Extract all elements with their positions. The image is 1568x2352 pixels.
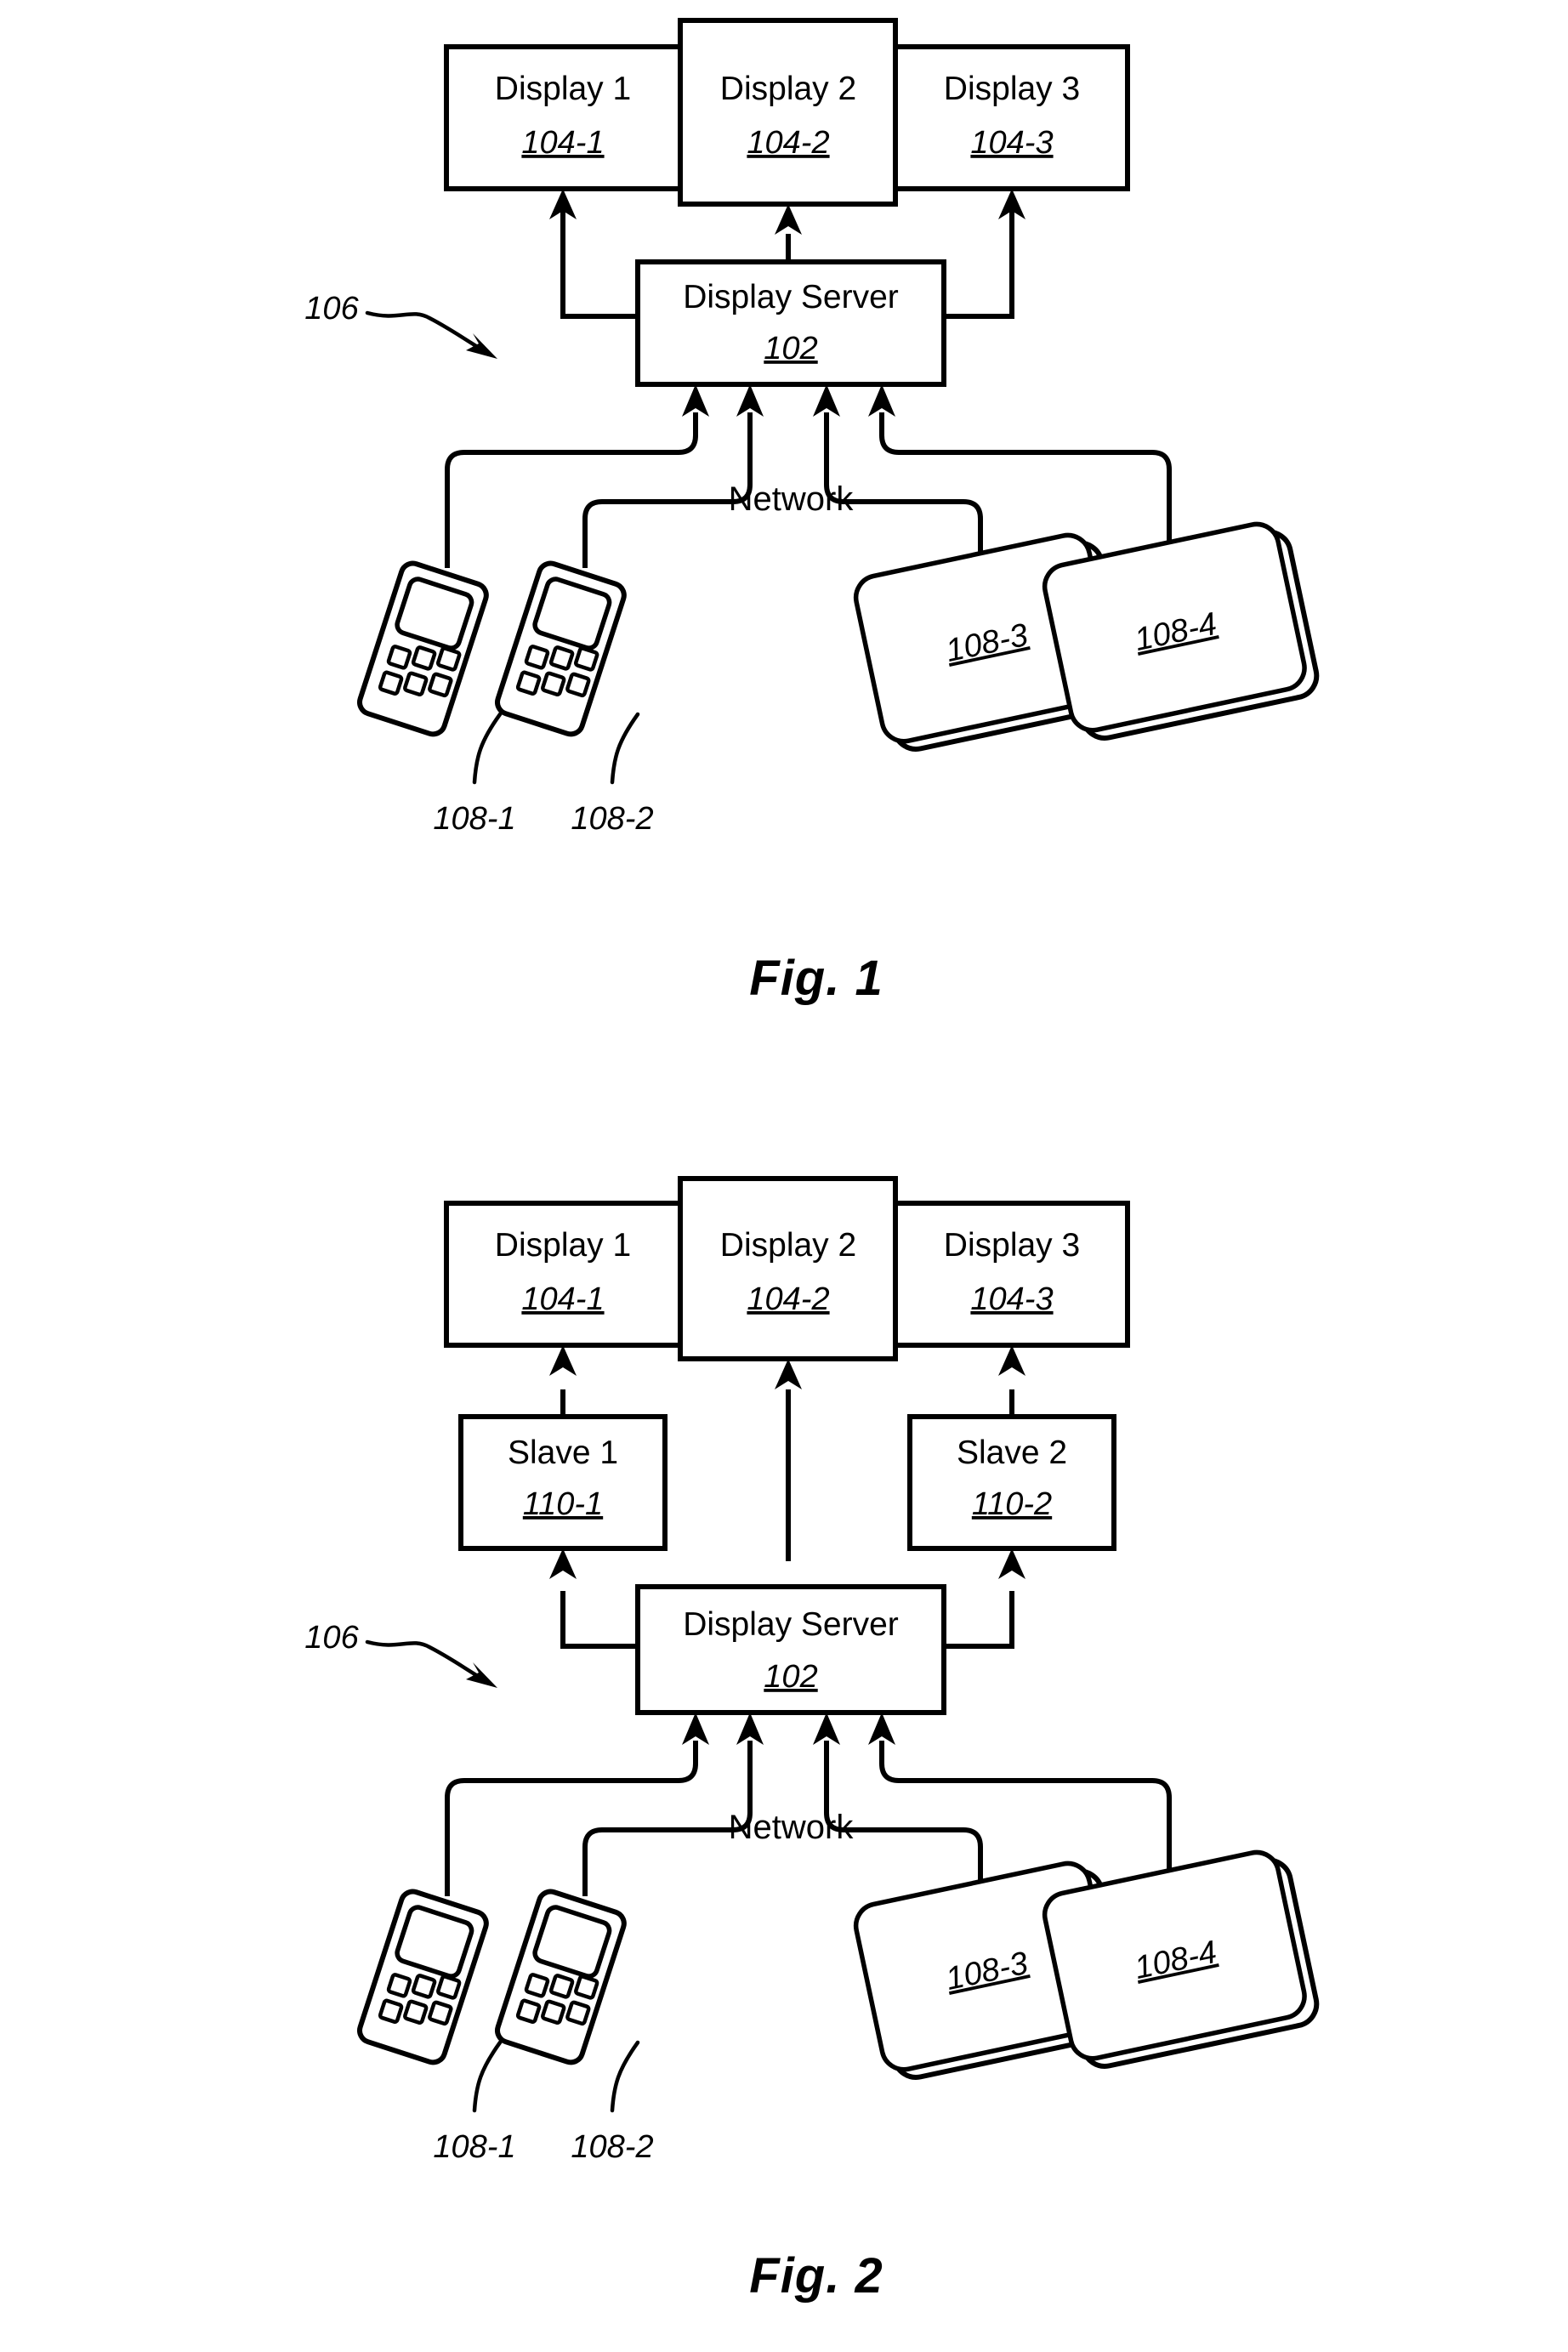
fig2-slave-1-label: Slave 1 [508,1434,618,1471]
fig1-display-server-number: 102 [764,331,817,366]
fig2-slave-2-number: 110-2 [972,1486,1052,1522]
fig1-display-2-number: 104-2 [747,125,829,161]
fig2-display-server-label: Display Server [683,1606,899,1643]
fig1-device-phone-2 [495,560,627,737]
fig1-link-device-2 [582,412,753,568]
fig2-device-phone-2 [495,1889,627,2065]
fig2-display-2-box: Display 2 104-2 [678,1176,898,1361]
fig2-server-to-slave2-arrow [944,1548,1025,1649]
fig2-net-arrow-1 [682,1713,709,1745]
fig2-slave-2-label: Slave 2 [957,1434,1067,1471]
fig1-net-arrow-2 [736,384,764,417]
figure-sheet: Display 1 104-1 Display 3 104-3 Display … [0,0,1568,2352]
figure-2: Display 1 104-1 Display 3 104-3 Display … [304,1176,1320,2304]
fig1-server-to-display3-arrow [944,189,1025,319]
fig1-display-server-label: Display Server [683,279,899,315]
fig1-system-reference: 106 [304,291,497,359]
fig2-link-device-2 [582,1741,753,1896]
fig2-net-arrow-2 [736,1713,764,1745]
fig1-caption: Fig. 1 [749,951,883,1006]
fig1-net-arrow-1 [682,384,709,417]
fig2-net-arrow-3 [813,1713,840,1745]
fig2-display-server-box: Display Server 102 [635,1584,946,1715]
fig2-slave1-to-display1-arrow [549,1345,577,1417]
fig2-slave2-to-display3-arrow [998,1345,1025,1417]
fig2-link-device-1 [445,1741,698,1896]
fig1-server-to-display2-arrow [775,204,802,262]
fig1-display-3-number: 104-3 [970,125,1053,161]
fig2-server-to-slave1-arrow [549,1548,638,1649]
fig2-slave-1-number: 110-1 [523,1486,603,1522]
fig1-device-2-leader [610,712,640,785]
fig2-display-3-label: Display 3 [944,1227,1080,1264]
fig1-net-arrow-4 [868,384,895,417]
fig2-server-to-display2-arrow [775,1359,802,1561]
fig2-device-phone-1 [357,1889,489,2065]
fig1-display-1-number: 104-1 [521,125,604,161]
fig1-device-1-number: 108-1 [433,801,515,837]
fig2-device-2-leader [610,2040,640,2113]
fig2-link-device-4 [879,1741,1172,1881]
figure-1: Display 1 104-1 Display 3 104-3 Display … [304,18,1320,1006]
fig2-display-1-box: Display 1 104-1 [444,1201,683,1348]
fig2-display-1-number: 104-1 [521,1281,604,1317]
fig2-device-1-number: 108-1 [433,2129,515,2165]
fig1-display-2-box: Display 2 104-2 [678,18,898,207]
fig2-system-reference: 106 [304,1620,497,1688]
fig1-display-2-label: Display 2 [720,71,856,107]
fig2-display-3-box: Display 3 104-3 [893,1201,1130,1348]
fig1-server-to-display1-arrow [549,189,638,319]
fig1-net-arrow-3 [813,384,840,417]
fig2-network-label: Network [729,1809,855,1846]
fig1-system-reference-label: 106 [304,291,359,327]
fig1-display-3-box: Display 3 104-3 [893,44,1130,191]
fig1-link-device-4 [879,412,1172,553]
fig2-system-reference-label: 106 [304,1620,359,1656]
fig1-device-phone-1 [357,560,489,737]
fig1-display-1-label: Display 1 [495,71,631,107]
fig1-device-1-leader [472,712,503,785]
fig2-slave-2-box: Slave 2 110-2 [907,1414,1116,1551]
fig2-device-2-number: 108-2 [571,2129,653,2165]
fig1-link-device-1 [445,412,698,568]
fig2-slave-1-box: Slave 1 110-1 [458,1414,668,1551]
fig1-network-label: Network [729,480,855,518]
fig2-device-1-leader [472,2040,503,2113]
fig2-net-arrow-4 [868,1713,895,1745]
fig2-display-1-label: Display 1 [495,1227,631,1264]
fig2-display-3-number: 104-3 [970,1281,1053,1317]
fig2-display-2-number: 104-2 [747,1281,829,1317]
fig1-device-2-number: 108-2 [571,801,653,837]
fig1-display-3-label: Display 3 [944,71,1080,107]
fig2-caption: Fig. 2 [749,2248,883,2304]
fig2-display-server-number: 102 [764,1659,817,1695]
fig2-display-2-label: Display 2 [720,1227,856,1264]
fig1-display-1-box: Display 1 104-1 [444,44,683,191]
fig1-display-server-box: Display Server 102 [635,259,946,387]
